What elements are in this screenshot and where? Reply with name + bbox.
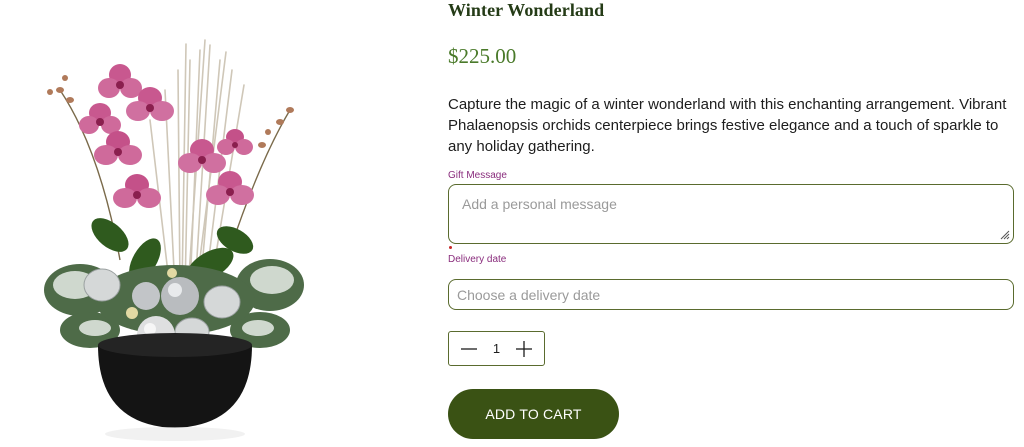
- quantity-decrement-button[interactable]: [459, 339, 479, 359]
- required-indicator: [449, 246, 452, 249]
- gift-message-textarea[interactable]: [448, 184, 1014, 244]
- quantity-increment-button[interactable]: [514, 339, 534, 359]
- quantity-value: 1: [492, 341, 501, 356]
- minus-icon: [461, 347, 477, 350]
- resize-grip-icon[interactable]: [1000, 230, 1010, 240]
- quantity-stepper: 1: [448, 331, 545, 366]
- product-description: Capture the magic of a winter wonderland…: [448, 96, 1007, 155]
- product-price: $225.00: [448, 44, 517, 68]
- delivery-date-input[interactable]: [448, 279, 1014, 310]
- plus-icon: [515, 340, 532, 357]
- add-to-cart-button[interactable]: ADD TO CART: [448, 389, 619, 439]
- product-image: [0, 0, 345, 447]
- product-page: Winter Wonderland $225.00 Capture the ma…: [0, 0, 1024, 447]
- delivery-date-label: Delivery date: [448, 254, 507, 265]
- gift-message-label: Gift Message: [448, 170, 507, 181]
- orchid-arrangement-illustration: [44, 39, 304, 441]
- product-title: Winter Wonderland: [448, 0, 605, 20]
